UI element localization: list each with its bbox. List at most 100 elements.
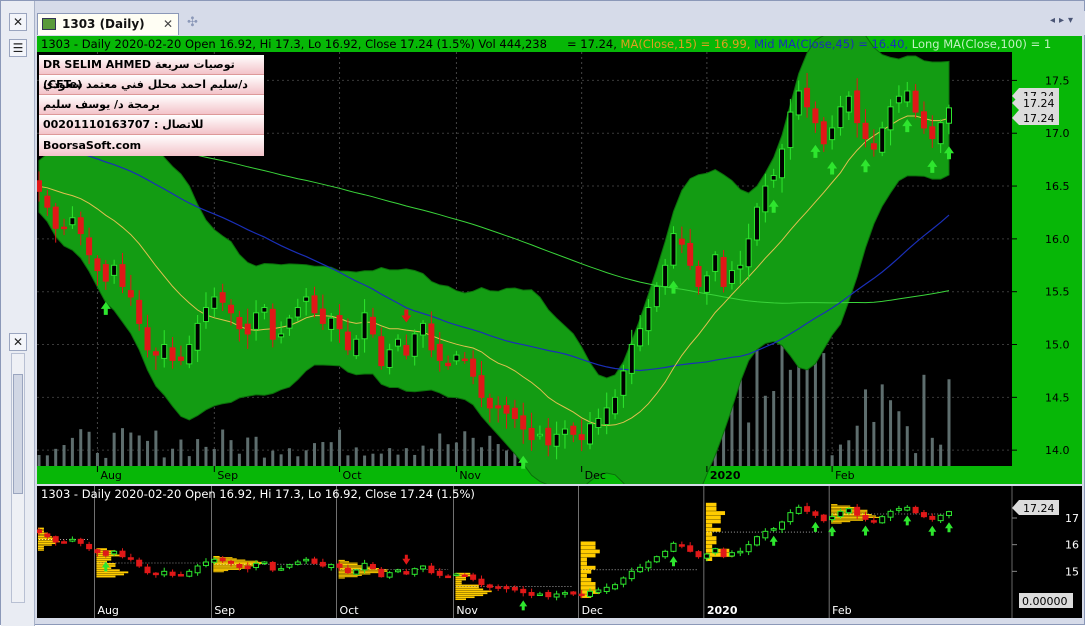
candle-up	[202, 307, 209, 323]
profile-bar	[455, 584, 479, 587]
profile-candle-up	[161, 570, 168, 576]
profile-bar	[831, 518, 868, 520]
candle-down	[695, 265, 702, 287]
profile-candle-down	[36, 529, 42, 534]
candle-up	[328, 317, 335, 330]
profile-bar	[831, 505, 851, 507]
candle-up	[628, 344, 635, 374]
profile-candle-down	[336, 563, 343, 568]
profile-candle-up	[69, 538, 76, 542]
profile-candle-down	[695, 551, 702, 558]
close-icon[interactable]: ✕	[9, 13, 27, 31]
volume-bar	[321, 442, 325, 466]
profile-bar	[705, 502, 717, 507]
profile-bar	[831, 504, 838, 506]
profile-candle-up	[712, 548, 719, 554]
candle-down	[344, 331, 351, 351]
date-tick-label: Feb	[835, 469, 854, 482]
info-line-2: (CFTe) د/سليم احمد محلل فني معتمد	[39, 75, 264, 95]
candle-down	[720, 257, 727, 287]
candle-up	[394, 338, 401, 347]
profile-bar	[705, 511, 726, 516]
candle-down	[445, 362, 452, 367]
volume-bar	[146, 440, 150, 466]
profile-candle-down	[804, 506, 811, 512]
profile-bar	[213, 568, 242, 570]
candle-down	[528, 427, 535, 441]
volume-bar	[237, 453, 241, 466]
profile-bar	[580, 582, 596, 586]
candle-down	[319, 308, 326, 324]
volume-bar	[872, 421, 876, 466]
volume-bar	[889, 400, 893, 466]
candle-up	[662, 264, 669, 288]
candle-down	[862, 122, 869, 140]
date-tick-label: Oct	[343, 469, 363, 482]
tab-nav-arrows-icon[interactable]: ◂▸▾	[1050, 15, 1077, 26]
profile-candle-down	[436, 570, 443, 576]
volume-bar	[196, 439, 200, 466]
profile-candle-up	[620, 577, 627, 585]
volume-bar	[864, 389, 868, 466]
candle-up	[194, 322, 201, 351]
profile-bar	[705, 519, 721, 524]
price-tick-label: 16.5	[1045, 180, 1070, 193]
volume-profile-chart[interactable]: 1303 - Daily 2020-02-20 Open 16.92, Hi 1…	[36, 486, 1082, 618]
info-line-3: برمجة د/ يوسف سليم	[39, 95, 264, 115]
candle-down	[119, 264, 126, 287]
volume-bar	[421, 445, 425, 466]
candle-down	[687, 242, 694, 266]
date-tick-label: Aug	[100, 469, 121, 482]
candle-down	[378, 336, 385, 367]
profile-candle-down	[169, 571, 176, 576]
profile-candle-down	[428, 565, 435, 574]
profile-bar	[38, 542, 56, 545]
tab-chart-1303[interactable]: 1303 (Daily) ✕	[37, 13, 179, 35]
candle-up	[745, 238, 752, 268]
volume-bar	[930, 437, 934, 466]
profile-bar	[213, 556, 220, 558]
candle-down	[44, 195, 51, 208]
profile-bar	[705, 540, 717, 545]
candle-up	[587, 423, 594, 445]
profile-candle-down	[486, 584, 493, 588]
volume-bar	[120, 428, 124, 466]
tab-close-icon[interactable]: ✕	[163, 14, 173, 34]
candle-down	[520, 415, 527, 430]
volume-bar	[154, 430, 158, 466]
candle-up	[303, 296, 310, 302]
price-chart[interactable]: 1303 - Daily 2020-02-20 Open 16.92, Hi 1…	[36, 18, 1082, 526]
panel-close-icon[interactable]: ✕	[9, 333, 27, 351]
volume-bar	[279, 454, 283, 466]
candle-up	[737, 264, 744, 270]
vertical-scrollbar[interactable]	[11, 353, 25, 603]
profile-date-label: Sep	[214, 604, 235, 617]
volume-bar	[162, 457, 166, 466]
volume-bar	[129, 432, 133, 466]
volume-bar	[212, 449, 216, 466]
profile-bar	[831, 521, 851, 523]
scrollbar-thumb[interactable]	[13, 374, 23, 494]
profile-bar	[96, 575, 116, 578]
new-tab-icon[interactable]: ✣	[187, 15, 198, 30]
profile-bar	[580, 549, 600, 554]
volume-bar	[45, 455, 49, 466]
volume-bar	[271, 450, 275, 466]
profile-candle-up	[211, 558, 218, 563]
volume-bar	[822, 353, 826, 466]
profile-bar	[580, 557, 587, 562]
candle-down	[436, 343, 443, 361]
profile-bar	[213, 570, 229, 572]
candle-up	[69, 217, 76, 226]
volume-bar	[505, 450, 509, 466]
profile-bar	[213, 559, 246, 561]
profile-candle-down	[854, 506, 861, 516]
candle-down	[369, 316, 376, 335]
profile-bar	[705, 506, 717, 511]
volume-bar	[496, 444, 500, 466]
candle-down	[36, 180, 42, 192]
profile-candle-down	[528, 592, 535, 596]
menu-icon[interactable]: ☰	[9, 39, 27, 57]
profile-bar	[338, 577, 345, 579]
tab-title: 1303 (Daily)	[62, 17, 145, 31]
